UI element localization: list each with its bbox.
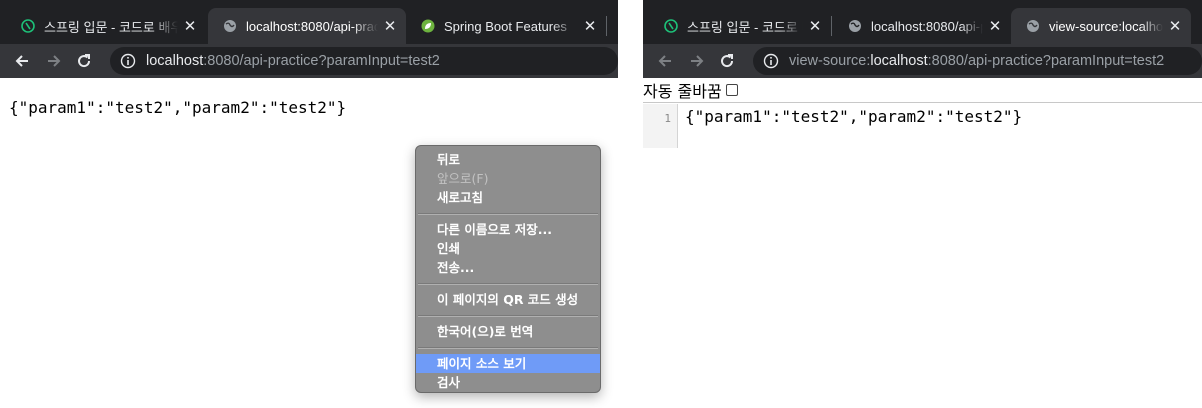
inflearn-icon	[20, 18, 36, 34]
tab-title: 스프링 입문 - 코드로 배우는	[687, 19, 803, 35]
line-wrap-checkbox[interactable]	[725, 84, 738, 96]
globe-icon	[1025, 18, 1041, 34]
url-host: localhost	[870, 53, 928, 69]
url-host: localhost	[146, 53, 204, 69]
reload-icon	[78, 54, 91, 68]
tab-title: 스프링 입문 - 코드로 배우는	[44, 19, 178, 35]
menu-item-inspect[interactable]: 검사	[416, 373, 600, 392]
tab-api-practice[interactable]: localhost:8080/api-practice ✕	[208, 8, 406, 44]
menu-item-send[interactable]: 전송...	[416, 258, 600, 277]
json-response: {"param1":"test2","param2":"test2"}	[9, 98, 347, 117]
forward-button[interactable]	[683, 47, 711, 75]
line-number: 1	[664, 112, 671, 125]
globe-icon	[847, 18, 863, 34]
tab-inflearn[interactable]: 스프링 입문 - 코드로 배우는 ✕	[649, 8, 831, 44]
info-icon	[763, 53, 779, 69]
menu-item-save-as[interactable]: 다른 이름으로 저장...	[416, 220, 600, 239]
line-wrap-bar: 자동 줄바꿈	[643, 78, 1202, 103]
url-text: localhost:8080/api-practice?paramInput=t…	[146, 53, 440, 69]
tab-separator	[831, 16, 832, 36]
address-bar[interactable]: view-source:localhost:8080/api-practice?…	[753, 47, 1202, 75]
url-path: :8080/api-practice?paramInput=test2	[203, 53, 440, 69]
arrow-left-icon	[658, 55, 671, 67]
back-button[interactable]	[8, 47, 36, 75]
toolbar: localhost:8080/api-practice?paramInput=t…	[0, 44, 618, 78]
menu-item-back[interactable]: 뒤로	[416, 150, 600, 169]
line-number-gutter: 1	[643, 104, 678, 148]
arrow-right-icon	[691, 55, 704, 67]
close-icon[interactable]: ✕	[1167, 18, 1183, 34]
menu-item-forward: 앞으로(F)	[437, 171, 489, 186]
tab-view-source[interactable]: view-source:localhost:8080 ✕	[1011, 8, 1191, 44]
menu-separator	[418, 213, 598, 215]
inflearn-icon	[663, 18, 679, 34]
tab-title: Spring Boot Features	[444, 18, 567, 34]
menu-item-qr-code[interactable]: 이 페이지의 QR 코드 생성	[416, 290, 600, 309]
tab-inflearn[interactable]: 스프링 입문 - 코드로 배우는 ✕	[6, 8, 206, 44]
tab-title: localhost:8080/api-practice	[871, 18, 983, 34]
url-path: :8080/api-practice?paramInput=test2	[927, 53, 1165, 69]
forward-button[interactable]	[40, 47, 68, 75]
tab-api-practice[interactable]: localhost:8080/api-practice ✕	[833, 8, 1011, 44]
close-icon[interactable]: ✕	[382, 18, 398, 34]
close-icon[interactable]: ✕	[582, 18, 598, 34]
tab-title: localhost:8080/api-practice	[246, 18, 378, 34]
back-button[interactable]	[651, 47, 679, 75]
globe-icon	[222, 18, 238, 34]
close-icon[interactable]: ✕	[182, 18, 198, 34]
arrow-left-icon	[15, 55, 28, 67]
source-line: {"param1":"test2","param2":"test2"}	[685, 107, 1023, 126]
address-bar[interactable]: localhost:8080/api-practice?paramInput=t…	[110, 47, 618, 75]
info-icon	[120, 53, 136, 69]
arrow-right-icon	[48, 55, 61, 67]
tab-spring-boot[interactable]: Spring Boot Features ✕	[406, 8, 606, 44]
menu-item-reload[interactable]: 새로고침	[416, 188, 600, 207]
menu-separator	[418, 315, 598, 317]
browser-window-left: 스프링 입문 - 코드로 배우는 ✕ localhost:8080/api-pr…	[0, 0, 618, 408]
reload-button[interactable]	[70, 47, 98, 75]
close-icon[interactable]: ✕	[807, 18, 823, 34]
tab-title: view-source:localhost:8080	[1049, 18, 1163, 34]
reload-button[interactable]	[713, 47, 741, 75]
url-text: view-source:localhost:8080/api-practice?…	[789, 53, 1164, 69]
menu-separator	[418, 347, 598, 349]
tab-separator	[606, 16, 607, 36]
menu-item-translate[interactable]: 한국어(으)로 번역	[416, 322, 600, 341]
browser-window-right: 스프링 입문 - 코드로 배우는 ✕ localhost:8080/api-pr…	[643, 0, 1202, 408]
line-wrap-label: 자동 줄바꿈	[643, 82, 722, 101]
page-content: 자동 줄바꿈 1 {"param1":"test2","param2":"tes…	[643, 78, 1202, 408]
context-menu: 뒤로 앞으로(F) 새로고침 다른 이름으로 저장... 인쇄 전송... 이 …	[415, 145, 601, 393]
menu-item-view-source[interactable]: 페이지 소스 보기	[416, 354, 600, 373]
toolbar: view-source:localhost:8080/api-practice?…	[643, 44, 1202, 78]
menu-separator	[418, 283, 598, 285]
url-prefix: view-source:	[789, 53, 871, 69]
close-icon[interactable]: ✕	[987, 18, 1003, 34]
tab-strip: 스프링 입문 - 코드로 배우는 ✕ localhost:8080/api-pr…	[643, 0, 1202, 44]
reload-icon	[721, 54, 734, 68]
menu-item-print[interactable]: 인쇄	[416, 239, 600, 258]
tab-strip: 스프링 입문 - 코드로 배우는 ✕ localhost:8080/api-pr…	[0, 0, 618, 44]
spring-leaf-icon	[420, 18, 436, 34]
